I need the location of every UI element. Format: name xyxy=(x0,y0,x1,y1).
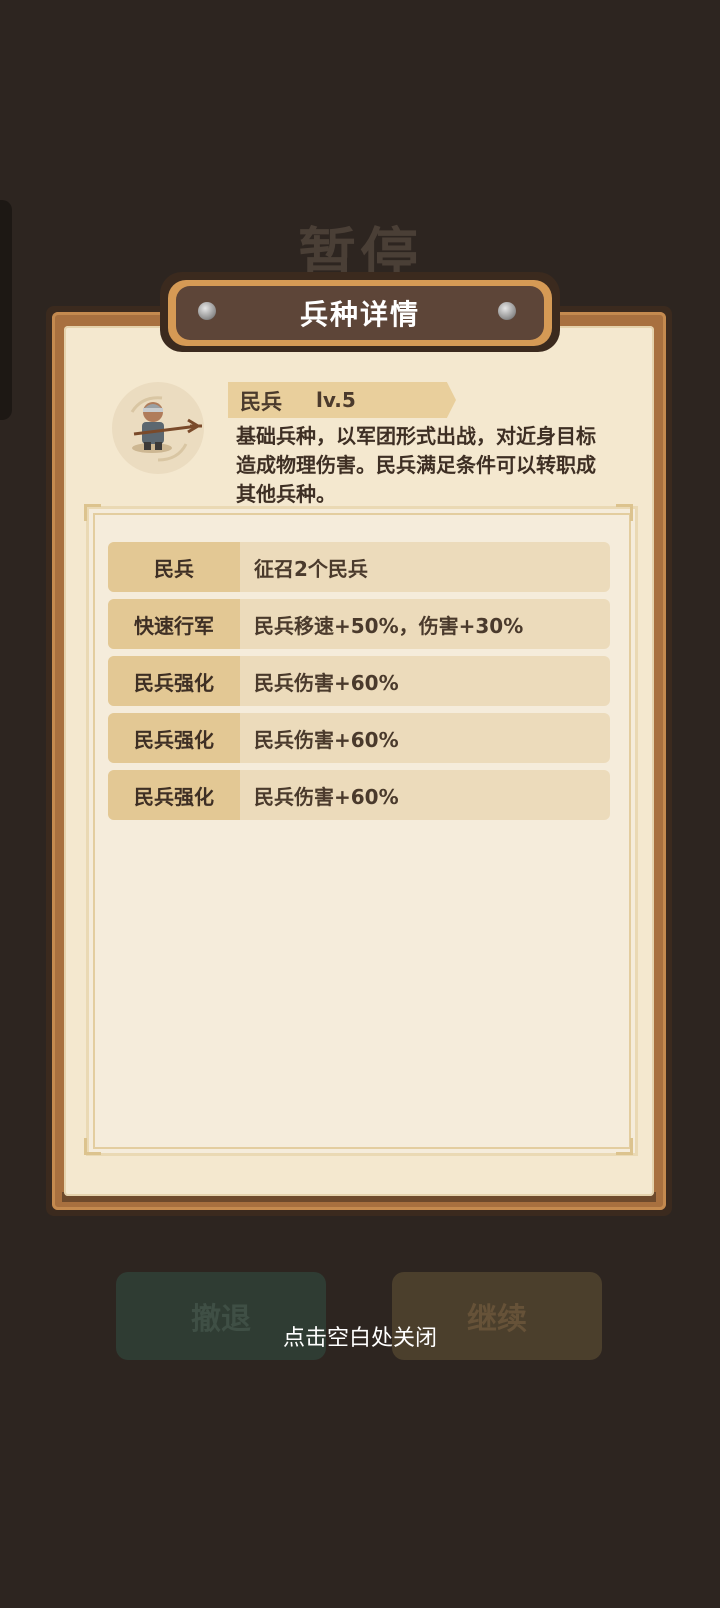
upgrade-effect: 民兵伤害+60% xyxy=(254,670,399,695)
unit-description: 基础兵种，以军团形式出战，对近身目标造成物理伤害。民兵满足条件可以转职成其他兵种… xyxy=(236,424,596,506)
upgrade-name: 民兵 xyxy=(108,542,240,592)
panel-corner xyxy=(616,504,633,521)
dialog-title: 兵种详情 xyxy=(176,286,544,340)
upgrade-effect: 征召2个民兵 xyxy=(254,556,368,581)
upgrade-name: 民兵强化 xyxy=(108,656,240,706)
rivet-icon xyxy=(498,302,516,320)
upgrade-name: 快速行军 xyxy=(108,599,240,649)
upgrade-row: 民兵强化 民兵伤害+60% xyxy=(108,656,610,706)
unit-name: 民兵 xyxy=(240,390,282,414)
panel-corner xyxy=(84,1138,101,1155)
panel-corner xyxy=(616,1138,633,1155)
upgrade-row: 民兵强化 民兵伤害+60% xyxy=(108,770,610,820)
upgrade-effect: 民兵移速+50%，伤害+30% xyxy=(254,613,524,638)
upgrade-row: 民兵 征召2个民兵 xyxy=(108,542,610,592)
upgrade-effect: 民兵伤害+60% xyxy=(254,727,399,752)
panel-corner xyxy=(84,504,101,521)
upgrade-row: 民兵强化 民兵伤害+60% xyxy=(108,713,610,763)
rivet-icon xyxy=(198,302,216,320)
tap-to-close-hint[interactable]: 点击空白处关闭 xyxy=(0,1320,720,1352)
militia-icon xyxy=(130,396,202,462)
upgrade-name: 民兵强化 xyxy=(108,770,240,820)
unit-avatar xyxy=(112,382,204,474)
upgrade-effect: 民兵伤害+60% xyxy=(254,784,399,809)
upgrade-name: 民兵强化 xyxy=(108,713,240,763)
unit-level: lv.5 xyxy=(316,388,356,412)
upgrade-row: 快速行军 民兵移速+50%，伤害+30% xyxy=(108,599,610,649)
